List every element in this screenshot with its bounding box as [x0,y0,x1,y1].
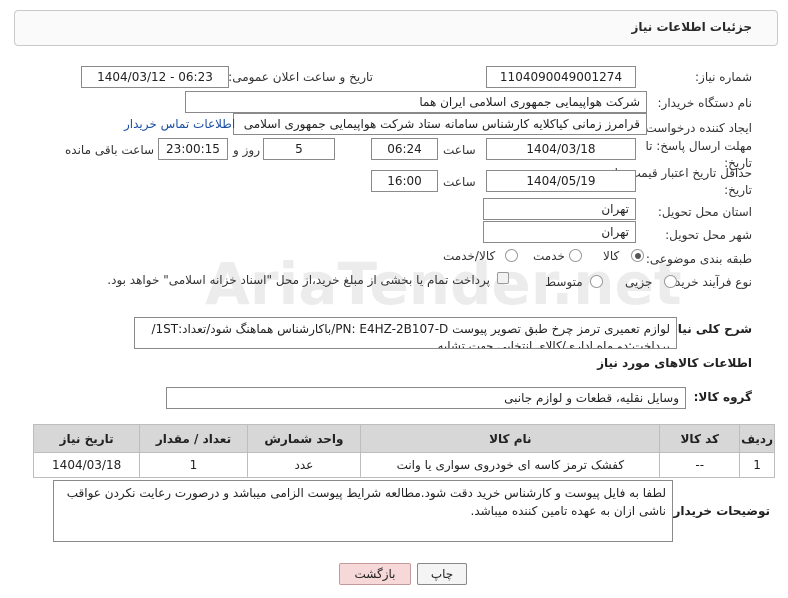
buyer-notes-label: توضیحات خریدار: [668,504,770,518]
cell-qty: 1 [139,452,248,478]
col-unit: واحد شمارش [246,424,362,453]
treasury-payment-note: پرداخت تمام یا بخشی از مبلغ خرید،از محل … [107,273,490,287]
price-time-label: ساعت [443,175,476,189]
process-type-label: نوع فرآیند خرید : [667,275,752,289]
col-date: تاریخ نیاز [32,424,141,453]
category-radio-goods-service[interactable] [505,249,518,262]
requester-field[interactable]: قرامرز زمانی کیاکلایه کارشناس سامانه ستا… [233,113,647,135]
goods-table-header: ردیف کد کالا نام کالا واحد شمارش تعداد /… [32,424,775,453]
reply-time-label: ساعت [443,143,476,157]
buyer-contact-link[interactable]: اطلاعات تماس خریدار [124,117,235,131]
category-option-goods: کالا [603,249,620,263]
reply-days-field[interactable]: 5 [263,138,335,160]
price-validity-time[interactable]: 16:00 [371,170,438,192]
description-line-2: پرداخت:دو ماه اداری/کالای انتخابی جهت تش… [437,339,670,349]
col-index: ردیف [739,424,775,453]
col-code: کد کالا [659,424,741,453]
page-title: جزئیات اطلاعات نیاز [631,20,752,34]
back-button[interactable]: بازگشت [339,563,411,585]
process-radio-medium[interactable] [590,275,603,288]
buyer-org-label: نام دستگاه خریدار: [657,96,753,110]
col-name: نام کالا [360,424,661,453]
cell-index: 1 [739,452,775,478]
goods-group-label: گروه کالا: [693,390,752,404]
need-number-field[interactable]: 1104090049001274 [486,66,636,88]
cell-unit: عدد [246,452,362,478]
announce-datetime-label: تاریخ و ساعت اعلان عمومی: [228,70,373,84]
province-field[interactable]: تهران [483,198,636,220]
category-radio-goods[interactable] [631,249,644,262]
reply-remaining-field[interactable]: 23:00:15 [158,138,228,160]
cell-code: -- [659,452,741,478]
reply-deadline-time[interactable]: 06:24 [371,138,438,160]
province-label: استان محل تحویل: [657,205,752,219]
description-textarea[interactable]: لوازم تعمیری ترمز چرخ طبق تصویر پیوست PN… [134,317,677,349]
reply-days-label: روز و [233,143,260,157]
process-option-minor: جزیی [625,275,653,289]
category-option-goods-service: کالا/خدمت [443,249,496,263]
table-row[interactable]: 1 -- کفشک ترمز کاسه ای خودروی سواری یا و… [32,452,775,478]
requester-label: ایجاد کننده درخواست: [641,121,752,135]
description-line-1: لوازم تعمیری ترمز چرخ طبق تصویر پیوست PN… [151,322,670,336]
process-option-medium: متوسط [545,275,583,289]
city-field[interactable]: تهران [483,221,636,243]
city-label: شهر محل تحویل: [665,228,752,242]
goods-table: ردیف کد کالا نام کالا واحد شمارش تعداد /… [32,424,775,478]
buyer-notes-textarea[interactable]: لطفا به فایل پیوست و کارشناس خرید دقت شو… [53,480,673,542]
price-validity-date[interactable]: 1404/05/19 [486,170,636,192]
goods-group-field[interactable]: وسایل نقلیه، قطعات و لوازم جانبی [166,387,686,409]
category-radio-service[interactable] [569,249,582,262]
col-qty: تعداد / مقدار [139,424,248,453]
cell-name: کفشک ترمز کاسه ای خودروی سواری یا وانت [360,452,661,478]
cell-date: 1404/03/18 [32,452,141,478]
category-option-service: خدمت [533,249,565,263]
goods-section-title: اطلاعات کالاهای مورد نیاز [597,356,752,370]
reply-deadline-date[interactable]: 1404/03/18 [486,138,636,160]
need-number-label: شماره نیاز: [695,70,752,84]
reply-remaining-label: ساعت باقی مانده [65,143,155,157]
print-button[interactable]: چاپ [417,563,467,585]
buyer-org-field[interactable]: شرکت هواپیمایی جمهوری اسلامی ایران هما [185,91,647,113]
process-radio-minor[interactable] [664,275,677,288]
treasury-payment-checkbox[interactable] [497,272,509,284]
goods-table-wrap: ردیف کد کالا نام کالا واحد شمارش تعداد /… [32,424,775,478]
description-label: شرح کلی نیاز: [666,322,752,336]
announce-datetime-field[interactable]: 1404/03/12 - 06:23 [81,66,229,88]
category-label: طبقه بندی موضوعی: [645,252,752,266]
